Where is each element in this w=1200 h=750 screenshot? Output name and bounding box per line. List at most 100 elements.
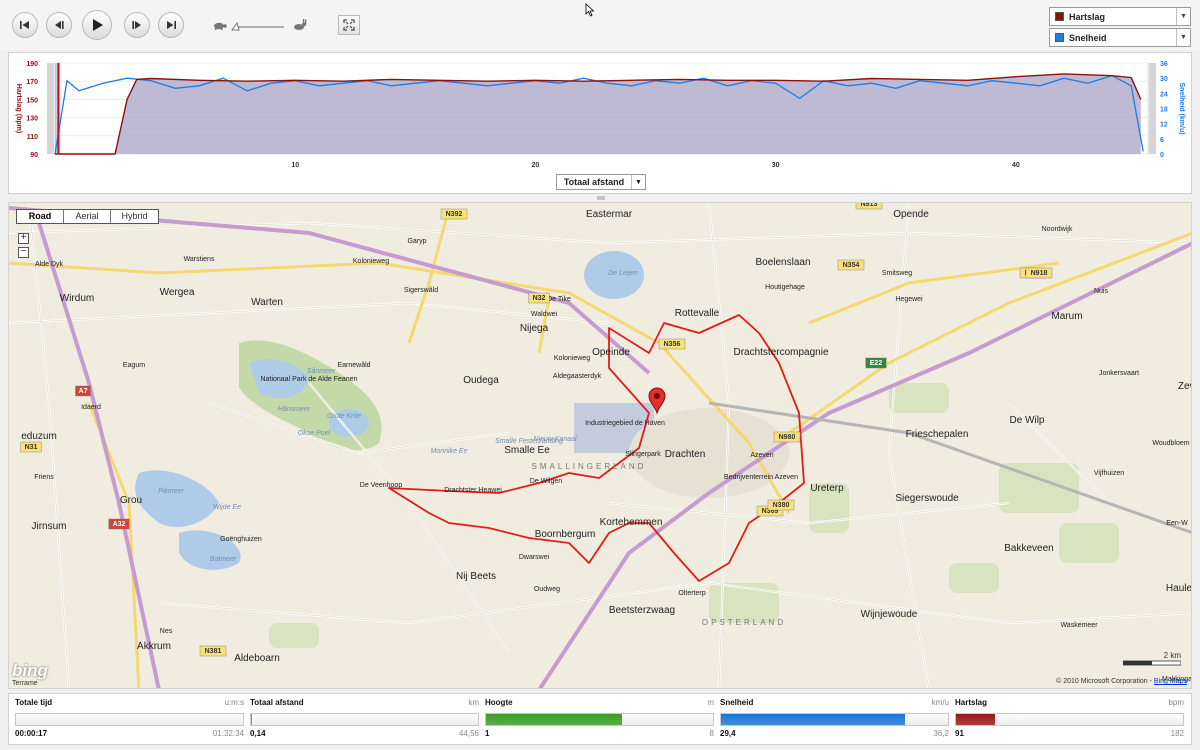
right-tick-label: 12 (1160, 122, 1168, 129)
place-label: Azeven (750, 452, 773, 459)
place-label: Friens (34, 474, 54, 481)
skip-end-icon (167, 21, 176, 29)
place-label: SMALLINGERLAND (532, 462, 647, 471)
place-label: Nieuw Kanaal (533, 436, 577, 443)
map-tab-aerial[interactable]: Aerial (64, 210, 111, 223)
scale-label: 2 km (1163, 651, 1181, 660)
place-label: Olterterp (678, 590, 705, 597)
road-shield-label: N31 (25, 444, 38, 451)
copyright-text: © 2010 Microsoft Corporation (1056, 678, 1148, 685)
place-label: Nes (160, 628, 173, 635)
stat-hartslag: Hartslag bpm 91 182 (955, 698, 1184, 742)
series-select-hartslag[interactable]: Hartslag ▼ (1049, 7, 1191, 26)
place-label: Waldwei (531, 311, 558, 318)
right-tick-label: 0 (1160, 152, 1164, 159)
fit-screen-button[interactable] (338, 15, 360, 35)
road-shield-label: N392 (446, 211, 463, 218)
map-canvas[interactable]: Eastermar Opende Garyp Warstiens Rottevalle B… (9, 203, 1192, 689)
stat-current-value: 00:00:17 (15, 729, 48, 738)
place-label: Rottevalle (675, 308, 720, 319)
place-label: Woudbloem (1152, 440, 1189, 447)
road-shield-label: N354 (843, 262, 860, 269)
forest-area (1059, 523, 1119, 563)
n-road (407, 207, 451, 344)
place-label: Wergea (160, 287, 195, 298)
place-label: Beetsterzwaag (609, 605, 675, 616)
step-back-icon (55, 21, 64, 29)
player-toolbar: Hartslag ▼ Snelheid ▼ (0, 0, 1200, 50)
place-label: Sigerswâld (404, 287, 438, 294)
map-style-tabs: Road Aerial Hybrid (16, 209, 159, 224)
step-back-button[interactable] (46, 12, 72, 38)
right-axis-title: Snelheid (km/u) (1178, 82, 1185, 134)
place-label: Wijnjewoude (861, 609, 918, 620)
x-tick-label: 10 (291, 162, 299, 169)
place-label: Boelenslaan (755, 257, 810, 268)
place-label: Waskemeer (1060, 622, 1098, 629)
stat-max-value: 8 (709, 729, 714, 738)
playback-speed-slider[interactable] (210, 18, 310, 32)
place-label: Nationaal Park de Alde Feanen (261, 376, 358, 383)
x-tick-label: 40 (1012, 162, 1020, 169)
place-label: Botmeer (210, 556, 237, 563)
marker-dot (654, 393, 660, 399)
stat-progress-fill (251, 714, 252, 725)
place-label: Marum (1051, 311, 1082, 322)
chart-panel: 90 110 130 150 170 190 0 6 12 18 24 30 36 10 20 30 40 Har… (8, 52, 1192, 194)
place-label: Een-W (1166, 520, 1188, 527)
place-label: Noordwijk (1042, 226, 1073, 233)
right-tick-label: 24 (1160, 91, 1168, 98)
stat-progress-bar (15, 713, 244, 726)
play-button[interactable] (82, 10, 112, 40)
stat-current-value: 29,4 (720, 729, 736, 738)
road-shield-label: N356 (664, 341, 681, 348)
place-label: Aldegaasterdyk (553, 373, 602, 380)
stat-max-value: 01:32:34 (212, 729, 244, 738)
left-axis-bar (47, 63, 54, 154)
road-shield-label: N980 (779, 434, 796, 441)
stat-title: Totaal afstand (250, 698, 304, 707)
place-label: Siegerswoude (895, 493, 959, 504)
step-forward-button[interactable] (124, 12, 150, 38)
mouse-cursor-icon (585, 3, 595, 17)
skip-start-button[interactable] (12, 12, 38, 38)
minor-road (158, 581, 1191, 625)
chevron-down-icon: ▼ (1176, 8, 1190, 25)
series-select-snelheid[interactable]: Snelheid ▼ (1049, 28, 1191, 47)
zoom-in-button[interactable]: + (18, 233, 29, 244)
place-label: eduzum (21, 431, 57, 442)
place-label: Nijega (520, 323, 549, 334)
stat-progress-fill (721, 714, 905, 725)
place-label: Opeinde (592, 347, 630, 358)
place-label: Oudweg (534, 586, 560, 593)
road-shield-label: N380 (773, 502, 790, 509)
x-axis-metric-select[interactable]: Totaal afstand ▼ (556, 174, 646, 190)
slider-handle (231, 21, 240, 31)
route-map[interactable]: Eastermar Opende Garyp Warstiens Rottevalle B… (8, 202, 1192, 689)
stat-title: Totale tijd (15, 698, 53, 707)
place-label: Boornbergum (535, 529, 596, 540)
motorway (37, 222, 161, 688)
panel-splitter-handle[interactable] (596, 195, 606, 201)
place-label: Idaerd (81, 404, 101, 411)
series-select-label: Snelheid (1069, 32, 1107, 43)
road-shield-label: N918 (1031, 270, 1048, 277)
place-label: Goënghuizen (220, 536, 262, 543)
zoom-out-button[interactable]: − (18, 247, 29, 258)
stat-current-value: 91 (955, 729, 964, 738)
skip-end-button[interactable] (158, 12, 184, 38)
stats-bar: Totale tijd u:m:s 00:00:17 01:32:34 Totaal a… (8, 693, 1192, 745)
place-label: Nuis (1094, 288, 1109, 295)
bing-maps-link[interactable]: Bing Maps (1154, 678, 1187, 685)
forest-area (709, 583, 779, 623)
place-label: Slingerpark (625, 451, 661, 458)
bing-logo: bing (12, 661, 48, 680)
place-label: Kolonieweg (353, 258, 389, 265)
place-label: Grou (120, 495, 142, 506)
place-label: De Leijen (608, 270, 638, 277)
lake-pikmeer (135, 470, 219, 527)
map-tab-hybrid[interactable]: Hybrid (111, 210, 158, 223)
place-label: Industriegebied de Haven (585, 420, 665, 427)
chevron-down-icon: ▼ (1176, 29, 1190, 46)
map-tab-road[interactable]: Road (17, 210, 64, 223)
